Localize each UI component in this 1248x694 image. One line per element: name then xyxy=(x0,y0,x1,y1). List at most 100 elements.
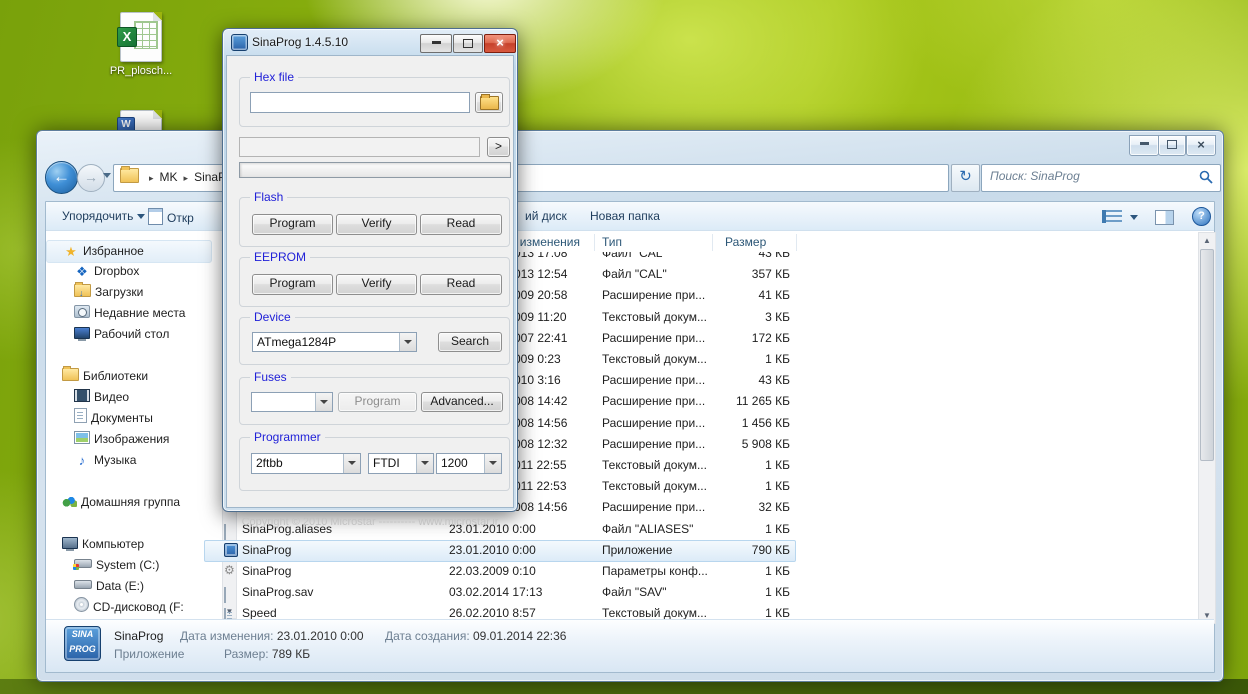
sidebar-item[interactable]: ♪Музыка xyxy=(46,450,222,471)
views-caret-icon[interactable] xyxy=(1130,215,1138,220)
combo-dropdown-icon[interactable] xyxy=(416,454,433,473)
programmer-combobox[interactable]: 2ftbb xyxy=(251,453,361,474)
column-header-type[interactable]: Тип xyxy=(602,232,622,253)
file-date-fragment: 008 14:42 xyxy=(514,391,567,412)
browse-button[interactable] xyxy=(475,92,503,113)
file-row[interactable]: ⚙SinaProg22.03.2009 0:10Параметры конф..… xyxy=(198,561,1198,582)
open-button[interactable]: Откр xyxy=(148,208,194,226)
sidebar-item-label: Видео xyxy=(94,390,129,404)
sidebar-item[interactable]: Недавние места xyxy=(46,303,222,324)
file-date-fragment: 008 12:32 xyxy=(514,434,567,455)
combo-dropdown-icon[interactable] xyxy=(315,393,332,411)
forward-button[interactable]: → xyxy=(77,164,105,192)
logo-text-line2: PROG xyxy=(65,642,100,657)
file-date-fragment: 008 14:56 xyxy=(514,413,567,434)
device-combobox[interactable]: ATmega1284P xyxy=(252,332,417,352)
list-scrollbar[interactable]: ▲ ▼ xyxy=(1198,232,1216,624)
file-size: 357 КБ xyxy=(668,264,790,285)
sidebar-item[interactable]: Компьютер xyxy=(46,534,210,555)
burn-disc-button[interactable]: ий диск xyxy=(525,208,567,224)
hex-file-input[interactable] xyxy=(250,92,470,113)
change-view-button[interactable] xyxy=(1102,210,1122,227)
maximize-icon xyxy=(1167,140,1177,149)
file-date-fragment: 009 0:23 xyxy=(514,349,561,370)
organize-menu-button[interactable]: Упорядочить xyxy=(62,208,145,224)
excel-x-logo: X xyxy=(117,27,137,47)
combo-dropdown-icon[interactable] xyxy=(343,454,360,473)
sidebar-item[interactable]: Изображения xyxy=(46,429,222,450)
sidebar-item[interactable]: Видео xyxy=(46,387,222,408)
combo-dropdown-icon[interactable] xyxy=(399,333,416,351)
sinaprog-minimize-button[interactable] xyxy=(420,34,452,53)
sidebar-item[interactable]: Рабочий стол xyxy=(46,324,222,345)
homegroup-icon xyxy=(62,495,77,507)
file-size: 790 КБ xyxy=(668,540,790,561)
sidebar-item[interactable]: ★Избранное xyxy=(46,240,212,263)
sidebar-item[interactable]: System (C:) xyxy=(46,555,222,576)
desktop-icon-label: PR_plosch... xyxy=(95,65,187,77)
go-button[interactable]: > xyxy=(487,137,510,157)
window-minimize-button[interactable] xyxy=(1129,135,1159,156)
sinaprog-titlebar[interactable]: SinaProg 1.4.5.10 × xyxy=(223,29,517,55)
window-close-button[interactable]: × xyxy=(1186,135,1216,156)
device-search-button[interactable]: Search xyxy=(438,332,502,352)
file-date-fragment: 010 3:16 xyxy=(514,370,561,391)
programmer-label: Programmer xyxy=(250,430,325,444)
column-header-size[interactable]: Размер xyxy=(725,232,766,253)
sidebar-item[interactable]: CD-дисковод (F: xyxy=(46,597,222,618)
folder-icon xyxy=(74,284,91,297)
sidebar-item[interactable]: Data (E:) xyxy=(46,576,222,597)
eeprom-program-button[interactable]: Program xyxy=(252,274,333,295)
flash-read-button[interactable]: Read xyxy=(420,214,502,235)
eeprom-verify-button[interactable]: Verify xyxy=(336,274,417,295)
file-size: 3 КБ xyxy=(668,307,790,328)
help-button[interactable]: ? xyxy=(1192,207,1211,226)
nav-history-caret-icon[interactable] xyxy=(103,173,111,178)
sidebar-item[interactable]: Домашняя группа xyxy=(46,492,210,513)
sinaprog-maximize-button[interactable] xyxy=(453,34,483,53)
fuses-advanced-button[interactable]: Advanced... xyxy=(421,392,503,412)
column-separator[interactable] xyxy=(712,234,713,251)
star-icon: ★ xyxy=(63,245,79,259)
eeprom-label: EEPROM xyxy=(250,250,310,264)
refresh-button[interactable]: ↻ xyxy=(951,164,980,192)
details-pane: SINA PROG SinaProg Приложение Дата измен… xyxy=(46,619,1214,672)
sidebar-item[interactable]: Документы xyxy=(46,408,222,429)
flash-verify-button[interactable]: Verify xyxy=(336,214,417,235)
combo-dropdown-icon[interactable] xyxy=(484,454,501,473)
speed-combobox[interactable]: 1200 xyxy=(436,453,502,474)
back-button[interactable]: ← xyxy=(45,161,78,194)
window-maximize-button[interactable] xyxy=(1158,135,1186,156)
sinaprog-client: Hex file > Flash Program Verify Read EEP… xyxy=(226,55,514,508)
scroll-up-icon[interactable]: ▲ xyxy=(1199,236,1215,245)
file-row[interactable]: SinaProg.sav03.02.2014 17:13Файл "SAV"1 … xyxy=(198,582,1198,603)
sidebar-item[interactable]: Библиотеки xyxy=(46,366,210,387)
preview-pane-button[interactable] xyxy=(1155,210,1174,229)
flash-label: Flash xyxy=(250,190,287,204)
forward-arrow-icon: → xyxy=(84,169,98,185)
fuses-program-button[interactable]: Program xyxy=(338,392,417,412)
column-separator[interactable] xyxy=(796,234,797,251)
desktop-icon-excel[interactable]: X PR_plosch... xyxy=(95,12,187,77)
flash-program-button[interactable]: Program xyxy=(252,214,333,235)
file-size: 11 265 КБ xyxy=(668,391,790,412)
sidebar-item[interactable]: ❖Dropbox xyxy=(46,261,222,282)
column-separator[interactable] xyxy=(594,234,595,251)
eeprom-read-button[interactable]: Read xyxy=(420,274,502,295)
new-folder-button[interactable]: Новая папка xyxy=(590,208,660,224)
interface-combobox[interactable]: FTDI xyxy=(368,453,434,474)
hex-file-label: Hex file xyxy=(250,70,298,84)
action-status-field xyxy=(239,137,480,157)
sinaprog-close-button[interactable]: × xyxy=(484,34,516,53)
computer-icon xyxy=(62,537,78,549)
excel-grid-decoration xyxy=(134,21,158,49)
flash-group: Flash Program Verify Read xyxy=(239,197,510,247)
fuses-combobox[interactable] xyxy=(251,392,333,412)
breadcrumb-item-mk[interactable]: MK xyxy=(160,170,178,184)
list-scrollbar-thumb[interactable] xyxy=(1200,249,1214,461)
file-type: Файл "CAL" xyxy=(602,252,667,264)
file-row[interactable]: SinaProg23.01.2010 0:00Приложение790 КБ xyxy=(198,540,1198,561)
sidebar-item[interactable]: Загрузки xyxy=(46,282,222,303)
file-date: 23.01.2010 0:00 xyxy=(449,540,536,561)
search-input[interactable]: Поиск: SinaProg xyxy=(981,164,1221,192)
